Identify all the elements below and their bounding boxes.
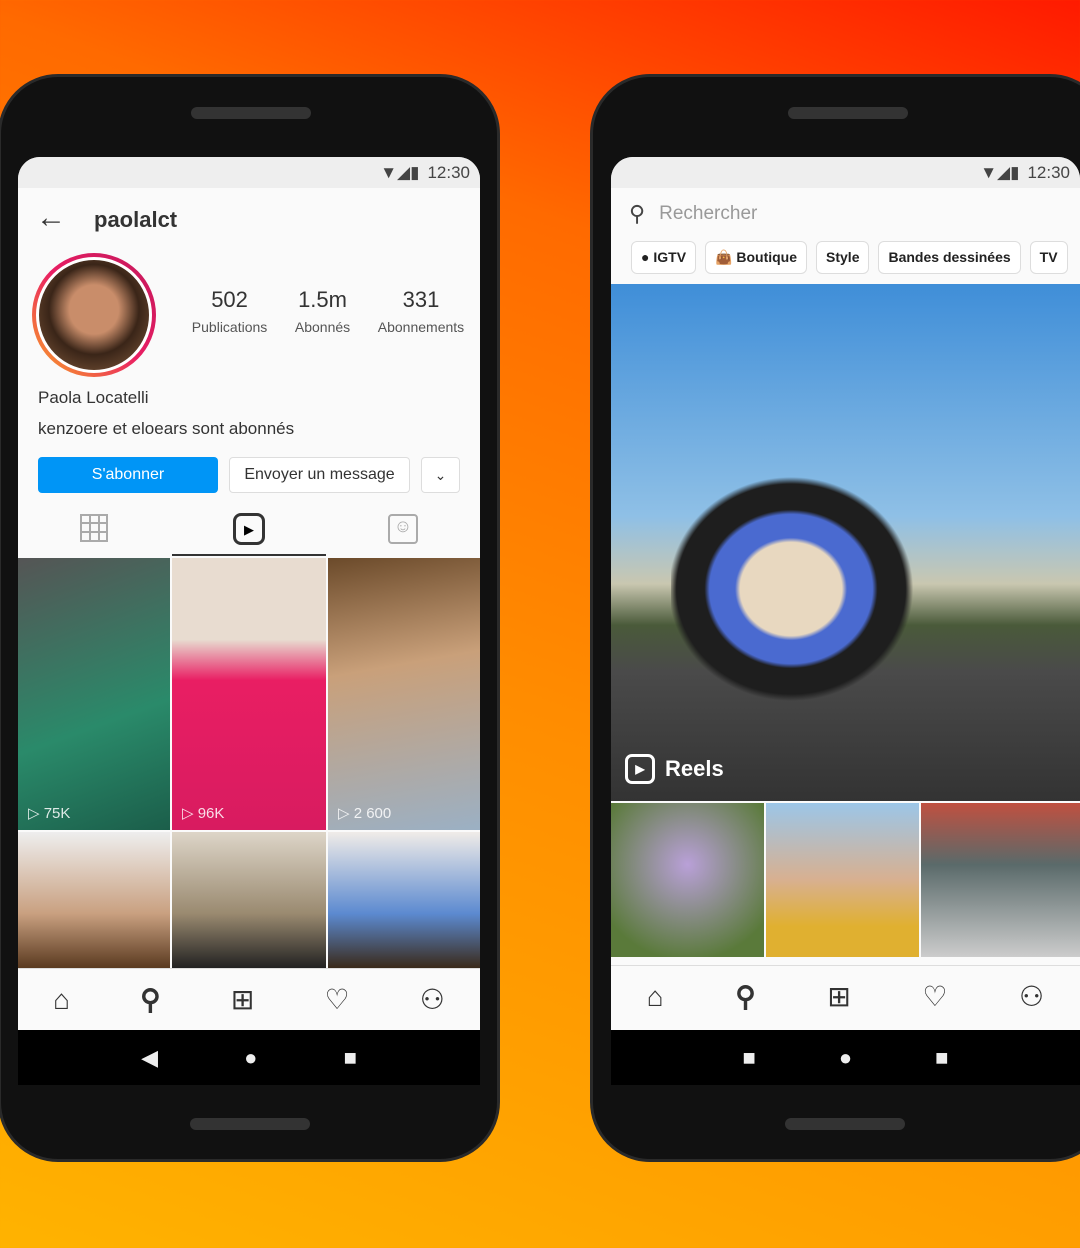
following-stat[interactable]: 331 Abonnements: [378, 287, 464, 335]
home-nav-icon[interactable]: ●: [244, 1045, 257, 1071]
posts-stat[interactable]: 502 Publications: [192, 287, 268, 335]
back-nav-icon[interactable]: ■: [743, 1045, 756, 1071]
search-icon[interactable]: ⚲: [735, 980, 756, 1013]
new-post-icon[interactable]: ⊞: [827, 980, 850, 1013]
reel-thumbnail[interactable]: [18, 832, 170, 968]
reels-label: ▶ Reels: [625, 754, 724, 784]
search-bar[interactable]: ⚲ Rechercher: [629, 201, 757, 227]
new-post-icon[interactable]: ⊞: [231, 983, 254, 1016]
home-icon[interactable]: ⌂: [53, 984, 70, 1016]
reel-thumbnail[interactable]: ▷ 96K: [172, 558, 326, 830]
wifi-icon: ▼◢▮: [980, 162, 1020, 182]
back-arrow-icon[interactable]: ←: [36, 201, 66, 235]
featured-reel[interactable]: ▶ Reels: [611, 284, 1080, 801]
reel-thumbnail[interactable]: [172, 832, 326, 968]
reel-thumbnail[interactable]: [328, 832, 480, 968]
bottom-nav: ⌂ ⚲ ⊞ ♡ ⚇: [18, 968, 480, 1030]
chevron-down-icon[interactable]: ⌄: [421, 457, 460, 493]
back-nav-icon[interactable]: ◀: [141, 1045, 158, 1071]
grid-tab-icon[interactable]: [80, 514, 108, 542]
tagged-tab-icon[interactable]: ☺: [388, 514, 418, 544]
profile-screen: ▼◢▮ 12:30 ← paolalct 502 Publications 1.5m…: [18, 157, 480, 1030]
follow-button[interactable]: S'abonner: [38, 457, 218, 493]
chip-style[interactable]: Style: [816, 241, 870, 274]
profile-username: paolalct: [94, 207, 178, 232]
explore-screen: ▼◢▮ 12:30 ⚲ Rechercher ● IGTV 👜 Boutique S…: [611, 157, 1080, 1030]
heart-icon[interactable]: ♡: [922, 980, 947, 1013]
message-button[interactable]: Envoyer un message: [229, 457, 410, 493]
reel-thumbnail[interactable]: ▷ 75K: [18, 558, 170, 830]
status-bar: ▼◢▮ 12:30: [18, 157, 480, 188]
category-chips: ● IGTV 👜 Boutique Style Bandes dessinées…: [631, 241, 1068, 274]
chip-tv[interactable]: TV: [1029, 241, 1068, 274]
chip-boutique[interactable]: 👜 Boutique: [705, 241, 808, 274]
bottom-nav: ⌂ ⚲ ⊞ ♡ ⚇: [611, 965, 1080, 1027]
chip-igtv[interactable]: ● IGTV: [631, 241, 697, 274]
home-icon[interactable]: ⌂: [647, 981, 664, 1013]
status-bar: ▼◢▮ 12:30: [611, 157, 1080, 188]
android-nav-bar: ■ ● ■: [611, 1030, 1080, 1085]
chip-comics[interactable]: Bandes dessinées: [878, 241, 1021, 274]
profile-icon[interactable]: ⚇: [1019, 980, 1044, 1013]
explore-thumbnail[interactable]: [921, 803, 1080, 957]
search-icon[interactable]: ⚲: [140, 983, 161, 1016]
recents-nav-icon[interactable]: ■: [935, 1045, 948, 1071]
recents-nav-icon[interactable]: ■: [344, 1045, 357, 1071]
followers-stat[interactable]: 1.5m Abonnés: [295, 287, 350, 335]
wifi-icon: ▼◢▮: [380, 162, 420, 182]
mutual-followers[interactable]: kenzoere et eloears sont abonnés: [38, 419, 294, 439]
explore-thumbnail[interactable]: [766, 803, 919, 957]
heart-icon[interactable]: ♡: [325, 983, 350, 1016]
explore-thumbnail[interactable]: [611, 803, 764, 957]
profile-name: Paola Locatelli: [38, 388, 149, 407]
profile-icon[interactable]: ⚇: [420, 983, 445, 1016]
reels-icon: ▶: [625, 754, 655, 784]
reel-thumbnail[interactable]: ▷ 2 600: [328, 558, 480, 830]
search-icon: ⚲: [629, 201, 646, 226]
home-nav-icon[interactable]: ●: [839, 1045, 852, 1071]
android-nav-bar: ◀ ● ■: [18, 1030, 480, 1085]
avatar[interactable]: [32, 253, 156, 377]
reels-tab-icon[interactable]: ▶: [233, 513, 265, 545]
